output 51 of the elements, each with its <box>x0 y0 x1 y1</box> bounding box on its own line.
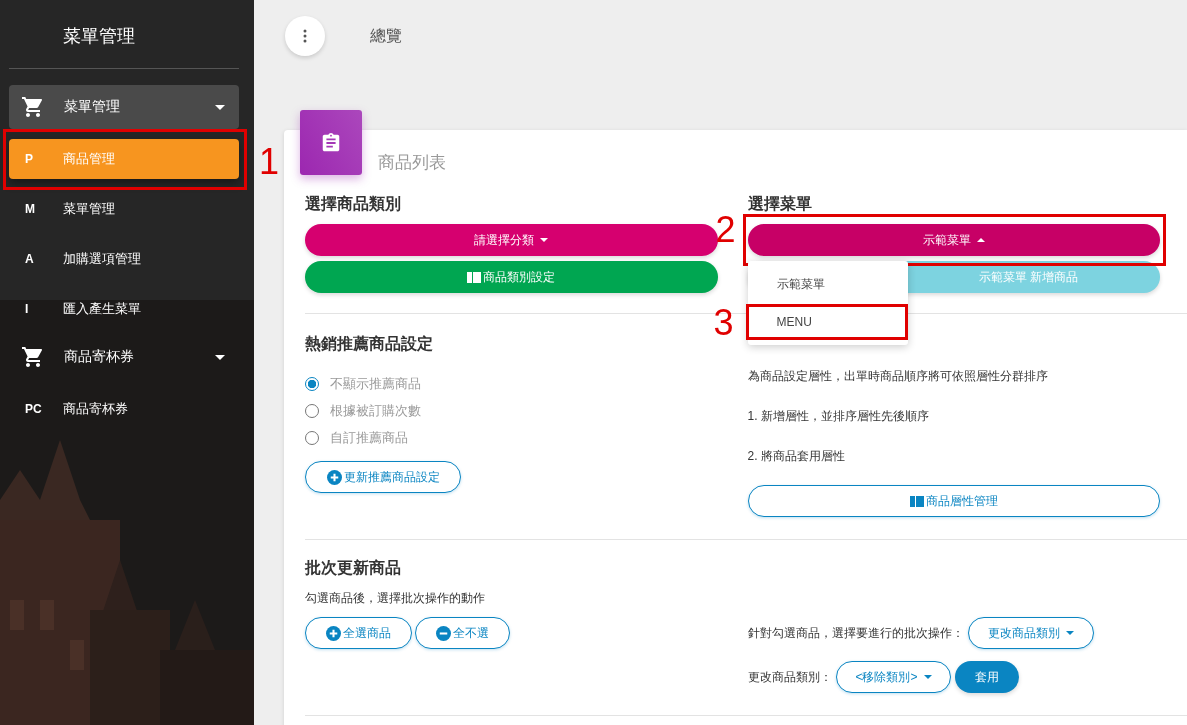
plus-icon <box>326 469 342 485</box>
sidebar-group[interactable]: 菜單管理 <box>9 85 239 129</box>
sidebar-item[interactable]: PC 商品寄杯券 <box>9 389 239 429</box>
update-recommend-button[interactable]: 更新推薦商品設定 <box>305 461 461 493</box>
apply-button[interactable]: 套用 <box>955 661 1019 693</box>
section-heading: 選擇菜單 <box>747 194 813 214</box>
caret-icon <box>1066 631 1074 635</box>
cart-icon <box>21 345 45 369</box>
sidebar-title: 菜單管理 <box>62 25 136 48</box>
callout-number: 3 <box>713 305 734 341</box>
category-settings-button[interactable]: 商品類別設定 <box>305 261 718 293</box>
sidebar-item[interactable]: A 加購選項管理 <box>9 239 239 279</box>
sidebar-item[interactable]: I 匯入產生菜單 <box>9 289 239 329</box>
minus-icon <box>436 625 451 641</box>
sidebar-item[interactable]: M 菜單管理 <box>9 189 239 229</box>
more-vertical-icon <box>303 29 307 43</box>
category-label: 更改商品類別： <box>748 668 832 686</box>
callout-number: 2 <box>715 212 736 248</box>
columns-icon <box>909 495 924 507</box>
step-text: 2. 將商品套用層性 <box>747 448 846 465</box>
attribute-manage-button[interactable]: 商品層性管理 <box>747 485 1160 517</box>
caret-icon <box>215 354 225 360</box>
columns-icon <box>467 271 482 283</box>
select-button[interactable]: 全不選 <box>415 617 510 649</box>
caret-icon <box>923 675 932 679</box>
sidebar-group[interactable]: 商品寄杯券 <box>9 335 239 379</box>
menu-option[interactable]: MENU <box>747 303 908 341</box>
hint-text: 勾選商品後，選擇批次操作的動作 <box>305 590 486 607</box>
card-title: 商品列表 <box>378 152 446 174</box>
section-heading: 熱銷推薦商品設定 <box>305 334 434 354</box>
action-label: 針對勾選商品，選擇要進行的批次操作： <box>748 624 964 642</box>
page-title: 總覽 <box>370 25 402 46</box>
description-text: 為商品設定層性，出單時商品順序將可依照層性分群排序 <box>747 368 1049 385</box>
section-heading: 批次更新商品 <box>305 558 402 578</box>
caret-icon <box>976 238 985 242</box>
menu-dropdown[interactable]: 示範菜單 <box>747 224 1160 256</box>
category-dropdown[interactable]: 請選擇分類 <box>305 224 718 256</box>
action-dropdown[interactable]: 更改商品類別 <box>968 617 1094 649</box>
category-select[interactable]: <移除類別> <box>836 661 951 693</box>
plus-icon <box>326 625 341 641</box>
cart-icon <box>21 95 45 119</box>
radio-label: 自訂推薦商品 <box>330 428 408 447</box>
section-heading: 選擇商品類別 <box>305 194 402 214</box>
radio-label: 不顯示推薦商品 <box>330 374 421 393</box>
caret-icon <box>540 238 549 242</box>
select-button[interactable]: 全選商品 <box>305 617 412 649</box>
radio-button[interactable] <box>305 376 319 391</box>
radio-label: 根據被訂購次數 <box>330 401 421 420</box>
step-text: 1. 新增層性，並排序層性先後順序 <box>747 408 930 425</box>
callout-number: 1 <box>259 144 280 180</box>
caret-icon <box>215 104 225 110</box>
